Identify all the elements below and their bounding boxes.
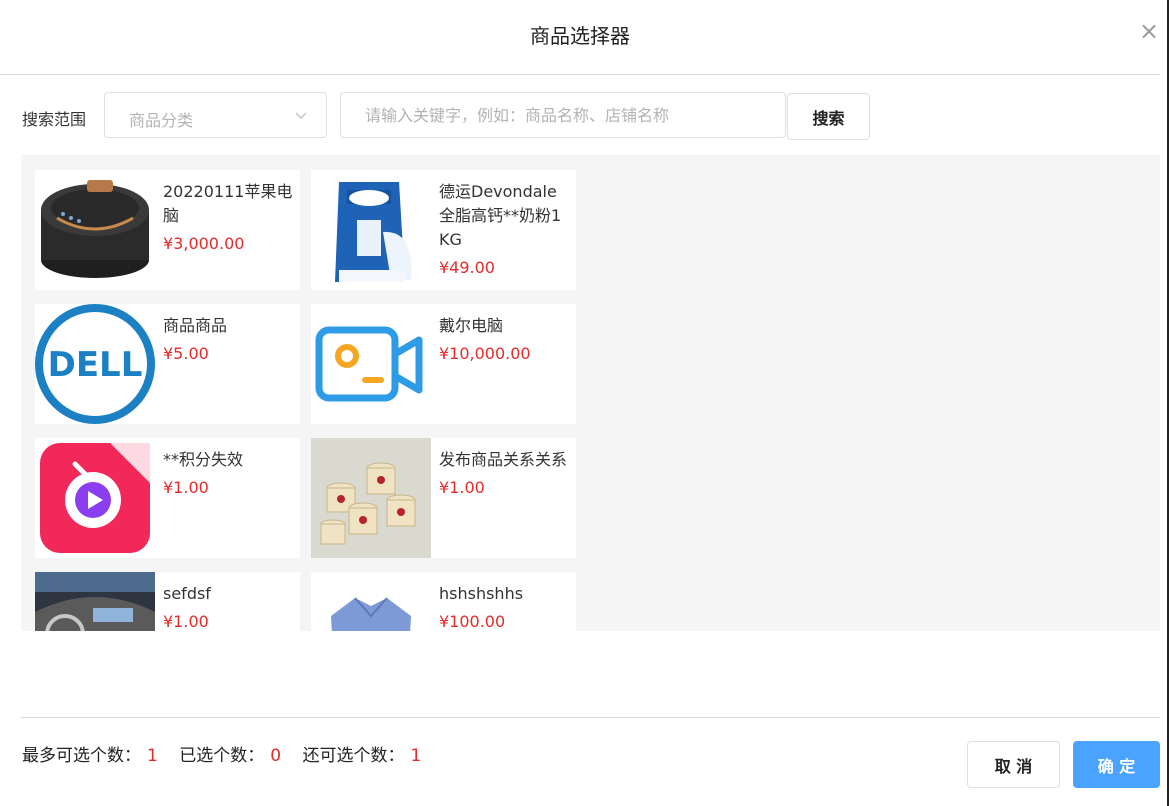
product-card[interactable]: 戴尔电脑 ¥10,000.00 [311,304,576,424]
product-name: 发布商品关系关系 ¥1.00 [439,448,571,500]
search-scope-label: 搜索范围 [22,110,87,129]
product-card[interactable]: sefdsf ¥1.00 [35,572,300,631]
keyword-search-input[interactable] [340,92,786,138]
shirt-image [311,572,431,631]
confirm-button[interactable]: 确 定 [1073,741,1160,788]
product-price: ¥1.00 [163,478,209,497]
milk-powder-image [311,170,431,290]
product-name: **积分失效 ¥1.00 [163,448,295,500]
max-count-value: 1 [147,746,158,766]
product-name: hshshshhs ¥100.00 [439,582,571,631]
product-price: ¥3,000.00 [163,234,245,253]
close-icon[interactable]: × [1136,18,1162,44]
selection-stats: 最多可选个数： 1 已选个数： 0 还可选个数： 1 [22,741,437,766]
dialog-header: 商品选择器 × [0,0,1160,75]
svg-text:DELL: DELL [48,345,143,385]
selected-count-value: 0 [270,746,282,766]
video-camera-app-icon [311,304,431,424]
product-name: sefdsf ¥1.00 [163,582,295,631]
remaining-count-label: 还可选个数： [302,746,405,766]
product-name: 20220111苹果电脑 ¥3,000.00 [163,180,295,256]
category-select[interactable]: 商品分类 [104,92,327,138]
cancel-button[interactable]: 取 消 [967,741,1060,788]
product-price: ¥10,000.00 [439,344,531,363]
selected-count-label: 已选个数： [179,746,265,766]
remaining-count-value: 1 [410,746,422,766]
product-name: 戴尔电脑 ¥10,000.00 [439,314,571,366]
product-price: ¥5.00 [163,344,209,363]
product-price: ¥1.00 [163,612,209,631]
chevron-down-icon [295,112,307,119]
max-count-label: 最多可选个数： [22,746,141,766]
product-price: ¥1.00 [439,478,485,497]
footer-divider [21,717,1160,718]
product-card[interactable]: **积分失效 ¥1.00 [35,438,300,558]
product-card[interactable]: 德运Devondale全脂高钙**奶粉1KG ¥49.00 [311,170,576,290]
product-price: ¥100.00 [439,612,506,631]
product-card[interactable]: hshshshhs ¥100.00 [311,572,576,631]
product-card[interactable]: 发布商品关系关系 ¥1.00 [311,438,576,558]
search-bar: 搜索范围 商品分类 搜索 [0,90,1160,140]
category-select-value: 商品分类 [129,111,194,130]
search-button[interactable]: 搜索 [787,93,870,140]
rice-cooker-image [35,170,155,290]
product-price: ¥49.00 [439,258,495,277]
product-card[interactable]: DELL 商品商品 ¥5.00 [35,304,300,424]
product-name: 德运Devondale全脂高钙**奶粉1KG ¥49.00 [439,180,571,280]
product-name: 商品商品 ¥5.00 [163,314,295,366]
ice-cream-cups-image [311,438,431,558]
dell-logo-image: DELL [35,304,155,424]
product-card[interactable]: 20220111苹果电脑 ¥3,000.00 [35,170,300,290]
car-interior-image [35,572,155,631]
live-stream-app-icon [35,438,155,558]
product-selector-dialog: 商品选择器 × 搜索范围 商品分类 搜索 [0,0,1169,806]
dialog-title: 商品选择器 [530,24,630,48]
product-list[interactable]: 20220111苹果电脑 ¥3,000.00 德运Devondale全脂高钙**… [21,155,1160,631]
